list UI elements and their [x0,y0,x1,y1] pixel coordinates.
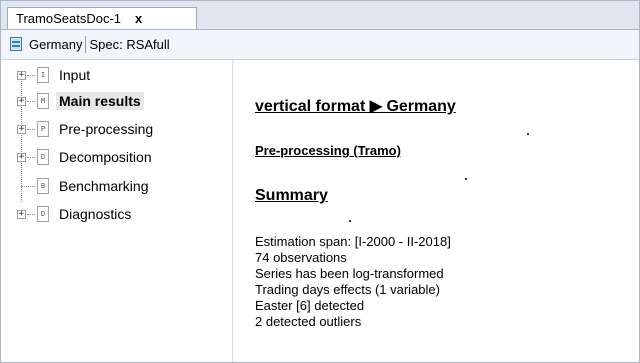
summary-list: Estimation span: [I-2000 - II-2018] 74 o… [255,234,451,330]
document-icon [10,37,23,52]
results-tree: + I Input + M Main results + P Pre-proce… [1,60,229,362]
node-icon: P [37,121,49,137]
tab-strip: TramoSeatsDoc-1 x [1,1,639,30]
pane-splitter[interactable] [232,60,233,362]
expand-icon[interactable]: + [17,97,26,106]
document-window: TramoSeatsDoc-1 x Germany Spec: RSAfull … [0,0,640,363]
tree-item-label: Pre-processing [59,121,154,137]
series-name: Germany [29,37,83,52]
node-icon: D [37,149,49,165]
tree-item-label: Input [59,67,91,83]
expand-icon[interactable]: + [17,71,26,80]
node-icon: B [37,178,49,194]
tree-item-diagnostics[interactable]: + D Diagnostics [1,205,229,229]
expand-icon[interactable]: + [17,125,26,134]
tab-label: TramoSeatsDoc-1 [16,11,121,26]
page-title: vertical format ▶ Germany [255,98,456,115]
summary-line: 2 detected outliers [255,314,362,329]
spec-label[interactable]: Spec: RSAfull [89,37,169,52]
tree-item-input[interactable]: + I Input [1,66,229,90]
summary-line: Trading days effects (1 variable) [255,282,440,297]
summary-line: Series has been log-transformed [255,266,444,281]
summary-line: Estimation span: [I-2000 - II-2018] [255,234,451,249]
close-icon[interactable]: x [135,11,142,26]
expand-icon[interactable]: + [17,210,26,219]
results-view: vertical format ▶ Germany Pre-processing… [237,60,639,362]
tree-item-decomposition[interactable]: + D Decomposition [1,148,229,172]
node-icon: M [37,93,49,109]
preprocessing-link[interactable]: Pre-processing (Tramo) [255,143,401,158]
summary-line: Easter [6] detected [255,298,365,313]
document-tab[interactable]: TramoSeatsDoc-1 x [7,7,197,29]
node-icon: I [37,67,49,83]
tree-item-benchmarking[interactable]: B Benchmarking [1,177,229,201]
tree-item-label: Diagnostics [59,206,132,222]
node-icon: D [37,206,49,222]
tree-item-main-results[interactable]: + M Main results [1,92,229,116]
tree-item-label: Benchmarking [59,178,149,194]
tree-item-label: Main results [56,92,144,110]
summary-heading: Summary [255,187,328,204]
document-toolbar: Germany Spec: RSAfull [1,30,639,60]
toolbar-separator [85,36,87,53]
expand-icon[interactable]: + [17,153,26,162]
tree-item-pre-processing[interactable]: + P Pre-processing [1,120,229,144]
summary-line: 74 observations [255,250,347,265]
tree-item-label: Decomposition [59,149,152,165]
